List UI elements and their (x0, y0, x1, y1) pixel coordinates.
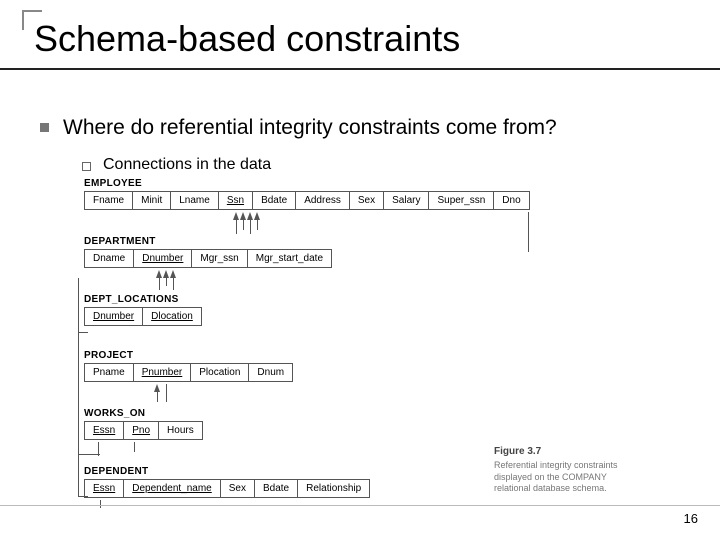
col-pk: Essn (84, 421, 123, 440)
connector-line (236, 220, 237, 234)
bullet-hollow-square-icon (82, 162, 91, 171)
col: Dname (84, 249, 133, 268)
connector-line (257, 220, 258, 230)
table-dept-locations: DEPT_LOCATIONS Dnumber Dlocation (84, 294, 202, 326)
connector-line (100, 500, 101, 508)
caption-body: Referential integrity constraints displa… (494, 460, 618, 493)
arrow-up-icon (247, 212, 253, 220)
table-name: WORKS_ON (84, 408, 203, 419)
connector-line (78, 278, 79, 496)
col: Plocation (190, 363, 248, 382)
col: Dnum (248, 363, 293, 382)
arrow-up-icon (163, 270, 169, 278)
connector-line (157, 392, 158, 402)
table-dependent: DEPENDENT Essn Dependent_name Sex Bdate … (84, 466, 370, 498)
connector-line (173, 278, 174, 290)
col: Minit (132, 191, 170, 210)
col: Salary (383, 191, 428, 210)
arrow-up-icon (154, 384, 160, 392)
page-number: 16 (684, 511, 698, 526)
bullet-level-2: Connections in the data (82, 156, 271, 174)
col: Address (295, 191, 349, 210)
col-pk: Ssn (218, 191, 252, 210)
col: Lname (170, 191, 218, 210)
connector-line (250, 220, 251, 234)
connector-line (243, 220, 244, 230)
table-name: DEPARTMENT (84, 236, 332, 247)
table-project: PROJECT Pname Pnumber Plocation Dnum (84, 350, 293, 382)
figure-caption: Figure 3.7 Referential integrity constra… (494, 446, 644, 494)
col: Fname (84, 191, 132, 210)
arrow-up-icon (156, 270, 162, 278)
title-underline (0, 68, 720, 70)
col: Dno (493, 191, 529, 210)
col-pk: Pnumber (133, 363, 191, 382)
col: Super_ssn (428, 191, 493, 210)
col: Relationship (297, 479, 370, 498)
col-pk: Pno (123, 421, 158, 440)
col-pk: Dlocation (142, 307, 202, 326)
col-pk: Dnumber (84, 307, 142, 326)
col: Bdate (252, 191, 295, 210)
connector-line (159, 278, 160, 290)
table-row: Pname Pnumber Plocation Dnum (84, 363, 293, 382)
table-row: Dnumber Dlocation (84, 307, 202, 326)
col: Hours (158, 421, 203, 440)
connector-line (166, 384, 167, 402)
table-name: DEPENDENT (84, 466, 370, 477)
arrow-up-icon (170, 270, 176, 278)
table-row: Essn Dependent_name Sex Bdate Relationsh… (84, 479, 370, 498)
col-pk: Essn (84, 479, 123, 498)
col: Mgr_ssn (191, 249, 246, 268)
connector-line (528, 212, 529, 252)
caption-title: Figure 3.7 (494, 446, 644, 459)
col-pk: Dependent_name (123, 479, 220, 498)
connector-line (166, 278, 167, 286)
col: Pname (84, 363, 133, 382)
col: Mgr_start_date (247, 249, 332, 268)
col: Sex (349, 191, 383, 210)
arrow-up-icon (254, 212, 260, 220)
bullet2-text: Connections in the data (103, 156, 271, 174)
table-row: Essn Pno Hours (84, 421, 203, 440)
slide-title: Schema-based constraints (34, 18, 460, 60)
connector-line (134, 442, 135, 452)
connector-line (78, 454, 100, 455)
table-name: EMPLOYEE (84, 178, 530, 189)
table-works-on: WORKS_ON Essn Pno Hours (84, 408, 203, 440)
connector-line (78, 496, 88, 497)
arrow-up-icon (233, 212, 239, 220)
bullet-square-icon (40, 123, 49, 132)
footer-divider (0, 505, 720, 506)
slide: Schema-based constraints Where do refere… (0, 0, 720, 540)
table-row: Dname Dnumber Mgr_ssn Mgr_start_date (84, 249, 332, 268)
table-name: DEPT_LOCATIONS (84, 294, 202, 305)
connector-line (78, 332, 88, 333)
bullet-level-1: Where do referential integrity constrain… (40, 116, 557, 140)
table-row: Fname Minit Lname Ssn Bdate Address Sex … (84, 191, 530, 210)
table-name: PROJECT (84, 350, 293, 361)
bullet1-text: Where do referential integrity constrain… (63, 116, 557, 140)
arrow-up-icon (240, 212, 246, 220)
col: Bdate (254, 479, 297, 498)
table-department: DEPARTMENT Dname Dnumber Mgr_ssn Mgr_sta… (84, 236, 332, 268)
col-pk: Dnumber (133, 249, 191, 268)
schema-diagram: EMPLOYEE Fname Minit Lname Ssn Bdate Add… (78, 178, 648, 510)
col: Sex (220, 479, 254, 498)
table-employee: EMPLOYEE Fname Minit Lname Ssn Bdate Add… (84, 178, 530, 210)
